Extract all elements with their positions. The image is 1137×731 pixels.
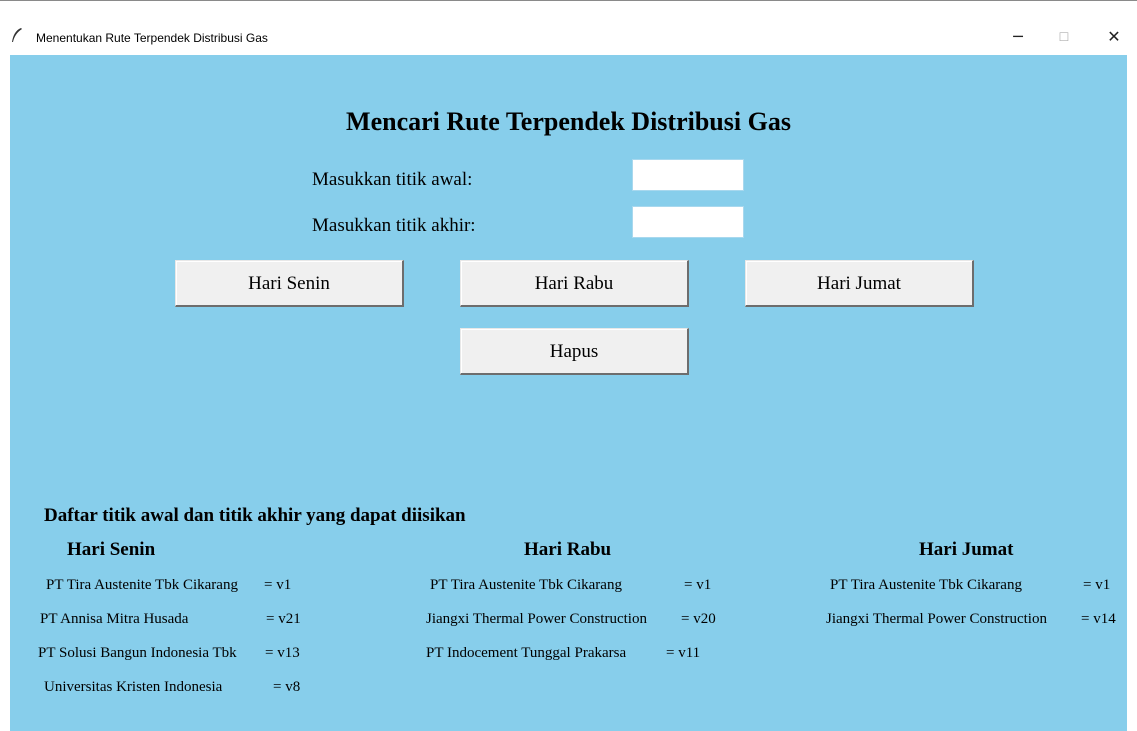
friday-list-heading: Hari Jumat bbox=[919, 539, 1014, 560]
list-item-name: Universitas Kristen Indonesia bbox=[44, 679, 223, 695]
list-item-value: = v1 bbox=[1083, 577, 1111, 593]
list-item-name: PT Tira Austenite Tbk Cikarang bbox=[430, 577, 622, 593]
friday-button[interactable]: Hari Jumat bbox=[745, 260, 974, 307]
list-item-name: Jiangxi Thermal Power Construction bbox=[426, 611, 647, 627]
start-point-input[interactable] bbox=[632, 159, 744, 191]
list-item-value: = v8 bbox=[273, 679, 301, 695]
list-item-value: = v11 bbox=[666, 645, 701, 661]
list-item-name: PT Annisa Mitra Husada bbox=[40, 611, 189, 627]
close-button[interactable]: ✕ bbox=[1091, 23, 1137, 51]
monday-button[interactable]: Hari Senin bbox=[175, 260, 404, 307]
window-title: Menentukan Rute Terpendek Distribusi Gas bbox=[36, 31, 268, 45]
list-item-value: = v21 bbox=[266, 611, 301, 627]
list-item-value: = v13 bbox=[265, 645, 300, 661]
list-item-name: PT Solusi Bangun Indonesia Tbk bbox=[38, 645, 237, 661]
minimize-button[interactable]: ─ bbox=[995, 23, 1041, 51]
wednesday-list-heading: Hari Rabu bbox=[524, 539, 612, 560]
end-point-label: Masukkan titik akhir: bbox=[312, 215, 476, 236]
list-item-value: = v1 bbox=[264, 577, 292, 593]
clear-button[interactable]: Hapus bbox=[460, 328, 689, 375]
list-item-value: = v20 bbox=[681, 611, 716, 627]
monday-list-heading: Hari Senin bbox=[67, 539, 156, 560]
start-point-label: Masukkan titik awal: bbox=[312, 169, 473, 190]
maximize-button[interactable]: ☐ bbox=[1041, 23, 1087, 51]
feather-icon bbox=[12, 28, 22, 42]
list-item-value: = v14 bbox=[1081, 611, 1116, 627]
page-title: Mencari Rute Terpendek Distribusi Gas bbox=[346, 107, 791, 136]
end-point-input[interactable] bbox=[632, 206, 744, 238]
wednesday-button[interactable]: Hari Rabu bbox=[460, 260, 689, 307]
list-item-name: PT Tira Austenite Tbk Cikarang bbox=[46, 577, 238, 593]
list-item-name: Jiangxi Thermal Power Construction bbox=[826, 611, 1047, 627]
app-body: Mencari Rute Terpendek Distribusi Gas Ma… bbox=[10, 55, 1127, 731]
list-item-name: PT Tira Austenite Tbk Cikarang bbox=[830, 577, 1022, 593]
list-item-name: PT Indocement Tunggal Prakarsa bbox=[426, 645, 627, 661]
title-bar[interactable]: Menentukan Rute Terpendek Distribusi Gas… bbox=[0, 1, 1137, 54]
list-title: Daftar titik awal dan titik akhir yang d… bbox=[44, 505, 466, 526]
list-item-value: = v1 bbox=[684, 577, 712, 593]
